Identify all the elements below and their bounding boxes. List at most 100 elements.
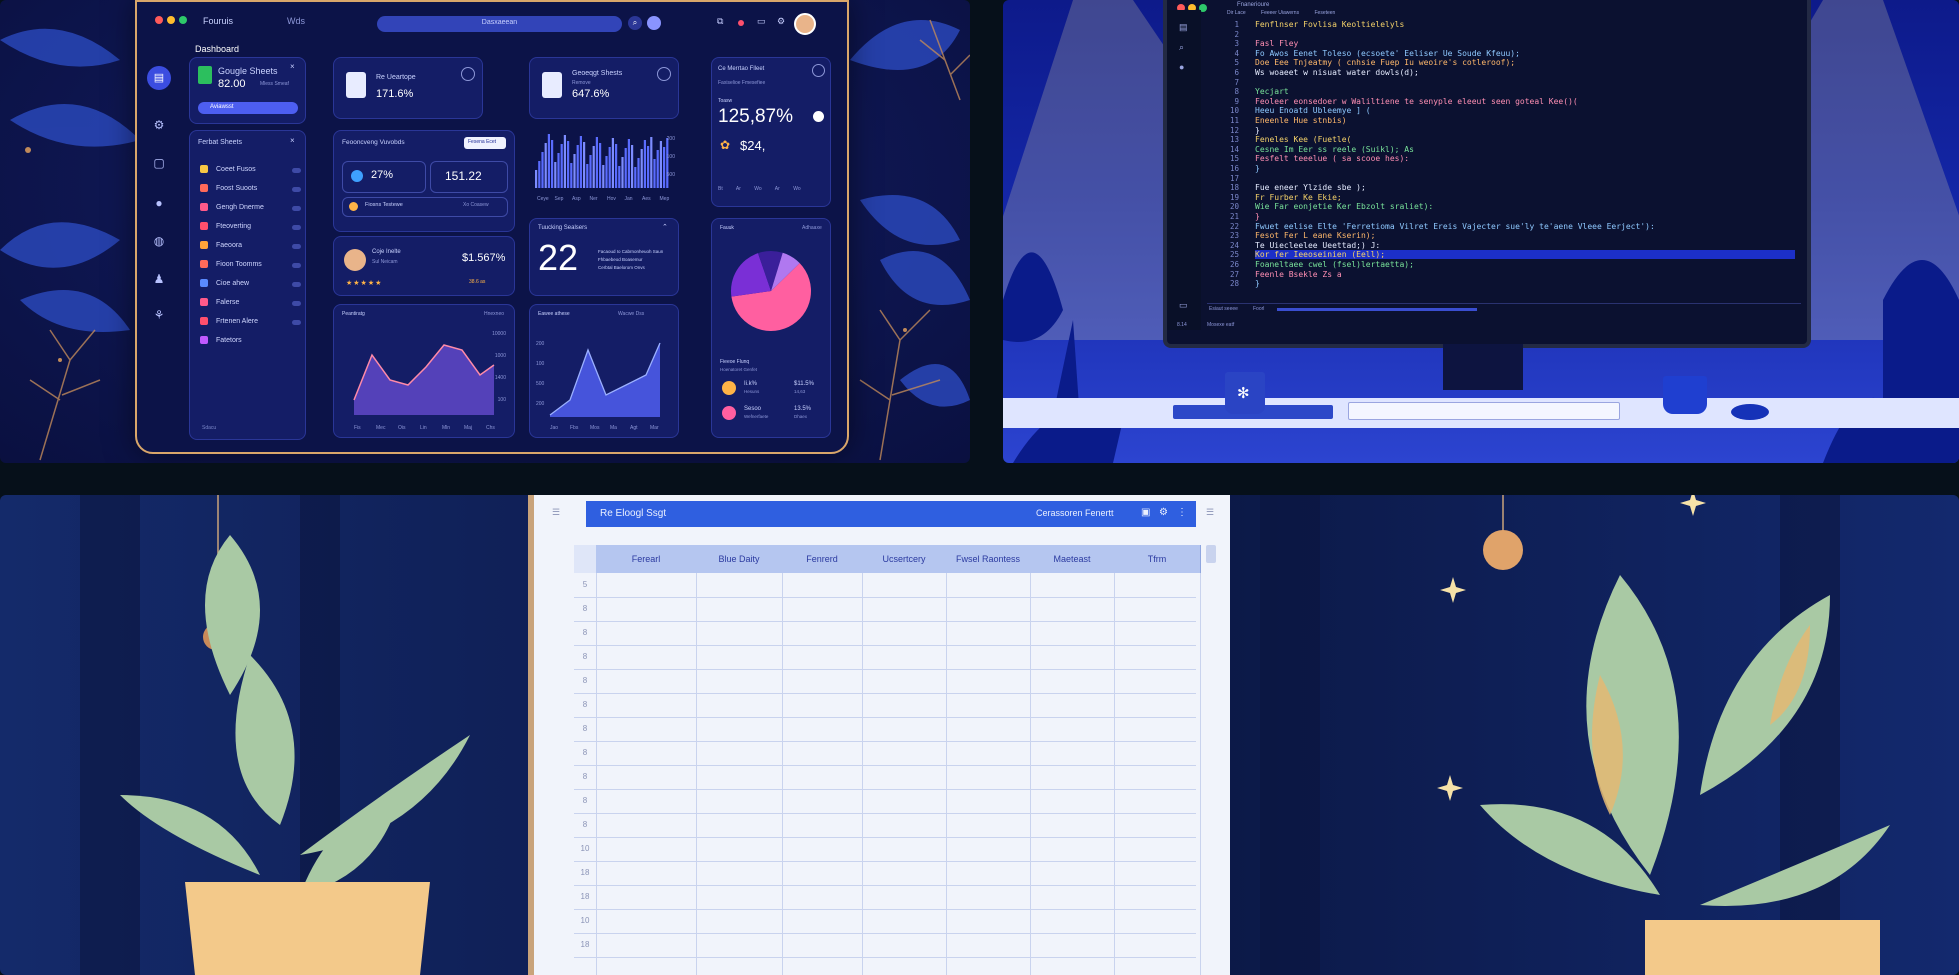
sidebar-user-icon[interactable]: ●: [150, 194, 168, 212]
code-line[interactable]: Te Uiecleelee Ueettad;) J:: [1255, 241, 1380, 250]
code-line[interactable]: Fesfelt teeelue ( sa scooe hes):: [1255, 154, 1409, 163]
maximize-dot[interactable]: [179, 16, 187, 24]
code-line[interactable]: Ws woaeet w nisuat water dowls(d);: [1255, 68, 1419, 77]
toggle[interactable]: [292, 206, 301, 211]
code-line[interactable]: Eneenle Hue stnbis): [1255, 116, 1347, 125]
toggle[interactable]: [292, 301, 301, 306]
toggle[interactable]: [292, 263, 301, 268]
sidebar-document-icon[interactable]: ▢: [150, 154, 168, 172]
code-line[interactable]: Fwuet eelise Elte 'Ferretioma Vilret Ere…: [1255, 222, 1655, 231]
code-line[interactable]: Fr Furber Ke Ekie;: [1255, 193, 1342, 202]
close-icon[interactable]: ×: [290, 136, 295, 145]
column-header[interactable]: Ferearl: [596, 545, 697, 573]
code-line[interactable]: Fenflnser Fovlisa Keoltielelyls: [1255, 20, 1404, 29]
percent-box[interactable]: 27%: [342, 161, 426, 193]
avatar[interactable]: [794, 13, 816, 35]
menu-icon[interactable]: ☰: [552, 507, 560, 518]
code-line[interactable]: Fasl Fley: [1255, 39, 1298, 48]
minimize-dot[interactable]: [167, 16, 175, 24]
table-row[interactable]: [574, 573, 1196, 598]
list-item[interactable]: Falerse: [200, 298, 301, 312]
share-icon[interactable]: ▣: [1141, 507, 1150, 518]
table-row[interactable]: [574, 621, 1196, 646]
cell-grid[interactable]: 5 8 8 8 8 8 8 8 8 8 8 10 18 18 10 18: [574, 573, 1201, 975]
settings-icon[interactable]: ⚙: [777, 16, 785, 27]
table-row[interactable]: [574, 885, 1196, 910]
column-header[interactable]: Blue Daity: [696, 545, 783, 573]
table-row[interactable]: [574, 645, 1196, 670]
list-item[interactable]: Foost Suoots: [200, 184, 301, 198]
code-line[interactable]: Feneles Kee (Fuetle(: [1255, 135, 1351, 144]
terminal-icon[interactable]: ▭: [1179, 300, 1188, 311]
column-header[interactable]: Fwsel Raontess: [946, 545, 1031, 573]
list-item[interactable]: Frtenen Alere: [200, 317, 301, 331]
code-line[interactable]: Foaneltaee cwel (fsel)lertaetta);: [1255, 260, 1414, 269]
code-line[interactable]: Cesne Im Eer ss reele (Suikl); As: [1255, 145, 1414, 154]
sheet-card-3[interactable]: Geoeqgt Shests Remove 647.6%: [529, 57, 679, 119]
sheet-card-2[interactable]: Re Ueartope 171.6%: [333, 57, 483, 119]
table-row[interactable]: [574, 933, 1196, 958]
close-icon[interactable]: ×: [290, 62, 295, 71]
sidebar-home-icon[interactable]: ▤: [147, 66, 171, 90]
code-line[interactable]: Kor fer Ieeoseinien (Eell);: [1255, 250, 1795, 260]
code-line[interactable]: }: [1255, 164, 1260, 173]
grid-icon[interactable]: ⧉: [717, 16, 723, 27]
more-icon[interactable]: ⋮: [1177, 507, 1187, 518]
user-card[interactable]: Coje Inelte Sul Neicam $1.567% ★★★★★ 38.…: [333, 236, 515, 296]
toggle[interactable]: [292, 168, 301, 173]
code-line[interactable]: Yecjart: [1255, 87, 1289, 96]
code-line[interactable]: Doe Eee Tnjeatmy ( cnhsie Fuep Iu weoire…: [1255, 58, 1515, 67]
list-item[interactable]: Faeoora: [200, 241, 301, 255]
column-header[interactable]: Ucsertcery: [862, 545, 947, 573]
list-item[interactable]: Fatetors: [200, 336, 242, 350]
table-row[interactable]: [574, 837, 1196, 862]
column-header[interactable]: Maeteast: [1030, 545, 1115, 573]
top-menu[interactable]: Wds: [287, 16, 305, 26]
code-line[interactable]: Fue eneer Ylzide sbe );: [1255, 183, 1366, 192]
sidebar-network-icon[interactable]: ⚘: [150, 306, 168, 324]
close-dot[interactable]: [155, 16, 163, 24]
list-item[interactable]: Gengh Dnerme: [200, 203, 301, 217]
column-header[interactable]: Tfrm: [1114, 545, 1201, 573]
toggle[interactable]: [292, 187, 301, 192]
value-box[interactable]: 151.22: [430, 161, 508, 193]
search-input[interactable]: Dasxaeean: [377, 16, 622, 32]
code-line[interactable]: }: [1255, 279, 1260, 288]
code-line[interactable]: Fo Awos Eenet Toleso (ecsoete' Eeliser U…: [1255, 49, 1520, 58]
toggle[interactable]: [292, 225, 301, 230]
user-status-icon[interactable]: [647, 16, 661, 30]
code-line[interactable]: Heeu Enoatd Ubleemye ] (: [1255, 106, 1371, 115]
sidebar-chart-icon[interactable]: ◍: [150, 232, 168, 250]
code-line[interactable]: Fesot Fer L eane Kserin);: [1255, 231, 1375, 240]
table-row[interactable]: [574, 693, 1196, 718]
toggle[interactable]: [292, 282, 301, 287]
table-row[interactable]: [574, 741, 1196, 766]
table-row[interactable]: [574, 861, 1196, 886]
reconcile-row[interactable]: Fiosns Testewe Xo Coasew: [342, 197, 508, 217]
table-row[interactable]: [574, 789, 1196, 814]
search-icon[interactable]: ⌕: [628, 16, 642, 30]
sidebar-team-icon[interactable]: ♟: [150, 270, 168, 288]
column-header[interactable]: Fenrerd: [782, 545, 863, 573]
code-line[interactable]: Feoleer eonsedoer w Waliltiene te senypl…: [1255, 97, 1578, 106]
more-icon[interactable]: [461, 67, 475, 81]
code-area[interactable]: 1 Fenflnser Fovlisa Keoltielelyls 2 3 Fasl F…: [1167, 0, 1807, 300]
table-row[interactable]: [574, 597, 1196, 622]
list-item[interactable]: Coeet Fusos: [200, 165, 301, 179]
bottom-tab[interactable]: Foorl: [1253, 306, 1264, 312]
menu-right-icon[interactable]: ☰: [1206, 507, 1214, 518]
code-line[interactable]: Wie Far eonjetie Ker Ebzolt sraliet):: [1255, 202, 1433, 211]
more-icon[interactable]: [657, 67, 671, 81]
compass-icon[interactable]: [812, 64, 825, 77]
table-row[interactable]: [574, 717, 1196, 742]
scrollbar[interactable]: [1206, 545, 1216, 563]
table-row[interactable]: [574, 813, 1196, 838]
list-item[interactable]: Fioon Toomms: [200, 260, 301, 274]
toggle[interactable]: [292, 244, 301, 249]
google-sheets-button[interactable]: Aviawsst: [198, 102, 298, 114]
bottom-tab[interactable]: Esiaut seeee: [1209, 306, 1238, 312]
sidebar-settings-icon[interactable]: ⚙: [150, 116, 168, 134]
toggle-icon[interactable]: [813, 111, 824, 122]
code-line[interactable]: }: [1255, 212, 1260, 221]
code-line[interactable]: }: [1255, 126, 1260, 135]
